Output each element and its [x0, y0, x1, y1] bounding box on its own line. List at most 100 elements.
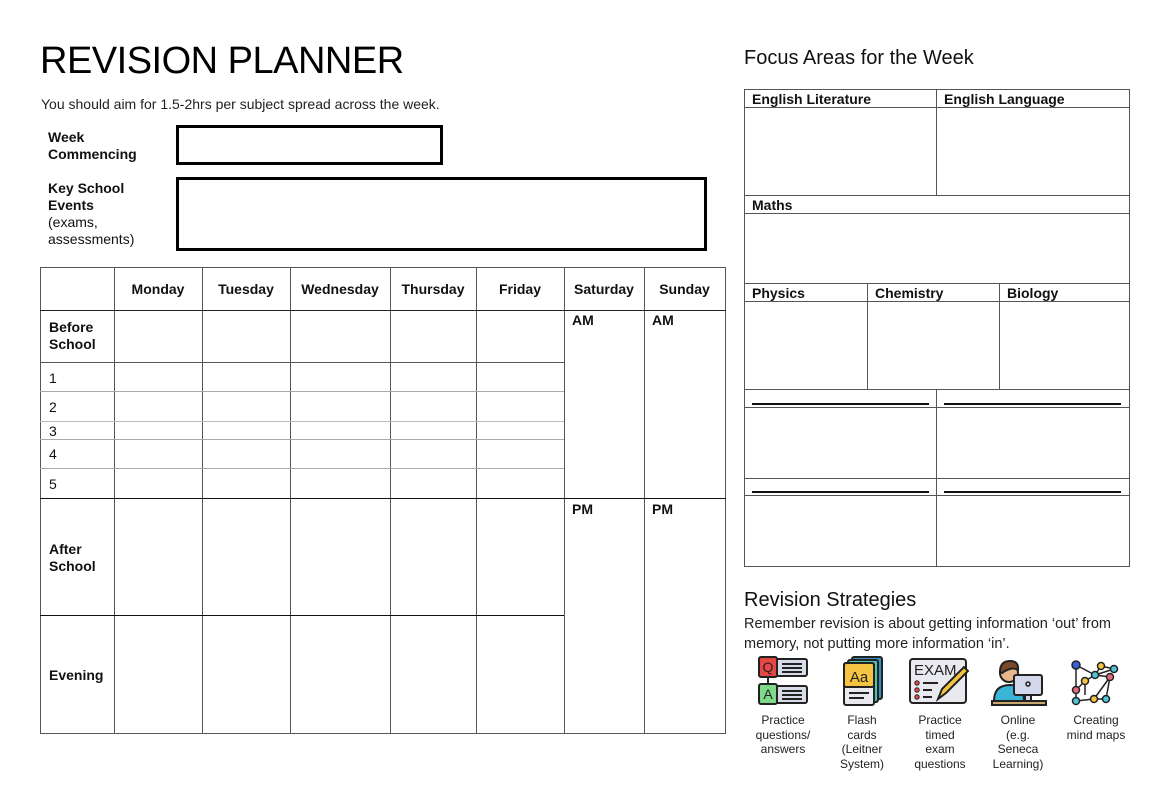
key-school-events-label: Key School Events (exams, assessments) [48, 180, 134, 248]
grid-line [744, 301, 1130, 302]
grid-line [867, 283, 868, 389]
row-label-after-school: After School [49, 541, 96, 575]
strategy-caption: Flash cards (Leitner System) [822, 713, 902, 771]
grid-line [476, 267, 477, 734]
strategy-caption: Practice questions/ answers [743, 713, 823, 757]
day-header-wednesday: Wednesday [301, 281, 379, 297]
grid-line [40, 468, 564, 469]
focus-areas-heading: Focus Areas for the Week [744, 47, 974, 69]
row-label-period-3: 3 [49, 423, 57, 439]
grid-line [290, 267, 291, 734]
day-header-monday: Monday [131, 281, 185, 297]
grid-line [114, 267, 115, 734]
subject-physics: Physics [752, 285, 805, 301]
grid-line [40, 421, 564, 422]
sunday-am-label: AM [652, 312, 674, 328]
grid-line [744, 89, 1130, 90]
grid-line [644, 267, 645, 734]
caption-line: questions/ [755, 727, 811, 742]
grid-line [40, 267, 41, 734]
grid-line [40, 615, 564, 616]
label-line: (exams, [48, 214, 98, 230]
svg-text:A: A [763, 686, 773, 702]
svg-text:Q: Q [763, 659, 774, 675]
strategy-flash-cards: Aa Flash cards (Leitner System) [822, 655, 902, 771]
subject-english-language: English Language [944, 91, 1065, 107]
row-label-period-4: 4 [49, 446, 57, 462]
grid-line [564, 267, 565, 734]
strategy-practice-questions: Q A Practice questions/ answers [743, 655, 823, 757]
grid-line [40, 733, 726, 734]
grid-line [390, 267, 391, 734]
grid-line [744, 283, 1130, 284]
grid-line [744, 107, 1130, 108]
grid-line [744, 213, 1130, 214]
week-commencing-field[interactable] [176, 125, 443, 165]
caption-line: timed [925, 727, 955, 742]
mind-map-icon [1071, 660, 1119, 706]
custom-subject-blank-4[interactable] [944, 491, 1121, 493]
caption-line: Practice [918, 713, 962, 727]
caption-line: (e.g. [1005, 727, 1030, 742]
key-school-events-field[interactable] [176, 177, 707, 251]
strategy-caption: Practice timed exam questions [900, 713, 980, 771]
flash-cards-icon: Aa [843, 656, 883, 706]
subject-maths: Maths [752, 197, 793, 213]
custom-subject-blank-2[interactable] [944, 403, 1121, 405]
grid-line [40, 267, 726, 268]
label-line: Week [48, 129, 85, 145]
online-learning-icon [991, 659, 1047, 706]
label-line: School [49, 558, 96, 574]
caption-line: Learning) [992, 756, 1044, 771]
strategy-caption: Creating mind maps [1056, 713, 1136, 742]
custom-subject-blank-1[interactable] [752, 403, 929, 405]
svg-text:EXAM: EXAM [914, 662, 957, 679]
revision-strategies-heading: Revision Strategies [744, 589, 917, 611]
label-line: School [49, 336, 96, 352]
grid-line [936, 89, 937, 195]
grid-line [202, 267, 203, 734]
row-label-period-5: 5 [49, 476, 57, 492]
saturday-am-label: AM [572, 312, 594, 328]
qa-icon: Q A [758, 656, 808, 705]
caption-line: System) [839, 756, 884, 771]
revision-note: Remember revision is about getting infor… [744, 616, 1111, 652]
grid-line [744, 478, 1130, 479]
strategy-mind-maps: Creating mind maps [1056, 655, 1136, 742]
caption-line: Creating [1073, 713, 1119, 727]
label-line: Key School [48, 180, 125, 196]
label-line: After [49, 541, 82, 557]
day-header-saturday: Saturday [574, 281, 634, 297]
day-header-thursday: Thursday [401, 281, 465, 297]
caption-line: mind maps [1066, 727, 1126, 742]
grid-line [40, 362, 564, 363]
grid-line [40, 310, 726, 311]
caption-line: answers [760, 742, 806, 756]
strategy-online: Online (e.g. Seneca Learning) [978, 655, 1058, 771]
label-line: Commencing [48, 146, 137, 162]
grid-line [744, 195, 1130, 196]
day-header-friday: Friday [498, 281, 541, 297]
row-label-before-school: Before School [49, 319, 96, 353]
row-label-period-1: 1 [49, 370, 57, 386]
grid-line [40, 391, 564, 392]
grid-line [40, 498, 726, 499]
grid-line [744, 566, 1130, 567]
week-commencing-label: Week Commencing [48, 129, 137, 163]
caption-line: exam [925, 742, 955, 756]
strategy-caption: Online (e.g. Seneca Learning) [978, 713, 1058, 771]
row-label-period-2: 2 [49, 399, 57, 415]
svg-text:Aa: Aa [850, 669, 869, 686]
caption-line: questions [914, 756, 966, 771]
grid-line [744, 389, 1130, 390]
sunday-pm-label: PM [652, 501, 673, 517]
grid-line [744, 495, 1130, 496]
saturday-pm-label: PM [572, 501, 593, 517]
subject-biology: Biology [1007, 285, 1059, 301]
strategy-timed-exam: EXAM Practice timed exam questions [900, 655, 980, 771]
subject-english-literature: English Literature [752, 91, 872, 107]
custom-subject-blank-3[interactable] [752, 491, 929, 493]
exam-icon: EXAM [909, 658, 970, 704]
caption-line: Practice [761, 713, 805, 727]
label-line: Before [49, 319, 94, 335]
